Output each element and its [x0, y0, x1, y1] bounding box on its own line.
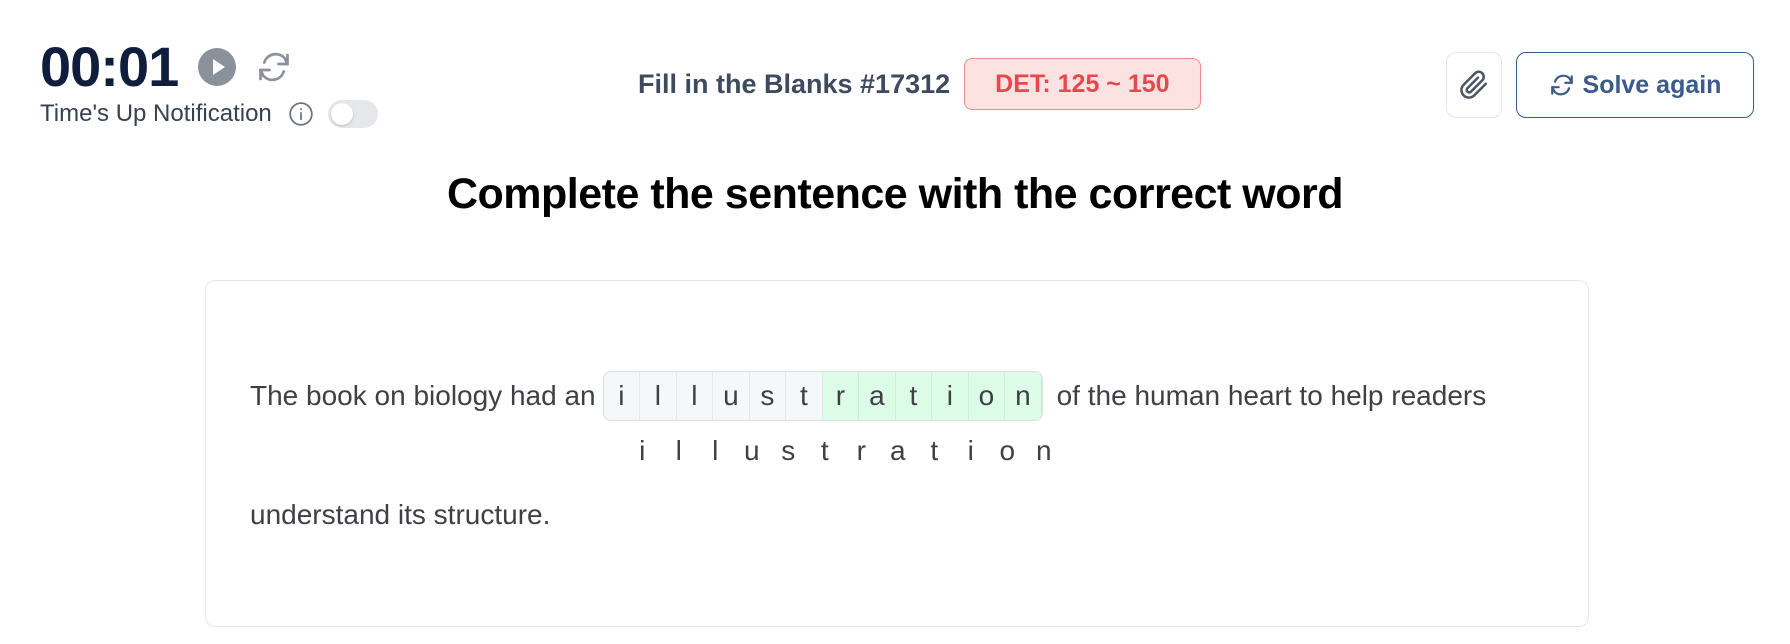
det-score-badge: DET: 125 ~ 150: [964, 58, 1201, 110]
solve-again-button[interactable]: Solve again: [1516, 52, 1754, 118]
quiz-page: 00:01 Time's Up Notification Fill in the…: [0, 0, 1790, 644]
timer-row: 00:01: [40, 36, 378, 98]
answer-letter: i: [639, 435, 646, 466]
answer-letter: o: [999, 435, 1016, 466]
play-icon[interactable]: [198, 48, 237, 86]
answer-letter: t: [930, 435, 939, 466]
answer-letter: l: [712, 435, 719, 466]
paperclip-icon: [1460, 70, 1487, 99]
blank-letter-cell[interactable]: l: [676, 372, 714, 420]
question-card: The book on biology had an illustration …: [205, 280, 1589, 627]
sentence: The book on biology had an illustration …: [250, 371, 1550, 531]
answer-letter: i: [967, 435, 974, 466]
answer-letter: u: [743, 435, 760, 466]
quiz-title: Fill in the Blanks #17312: [638, 68, 951, 99]
blank-letter-cell[interactable]: t: [786, 372, 823, 420]
blank-letter-cell[interactable]: n: [1005, 372, 1042, 420]
blank-letter-cell[interactable]: i: [932, 372, 969, 420]
blank-letter-cell[interactable]: r: [822, 372, 860, 420]
info-icon[interactable]: [288, 101, 314, 127]
blank-letter-cell[interactable]: l: [640, 372, 677, 420]
notification-row: Time's Up Notification: [40, 100, 378, 128]
word-blank[interactable]: illustration: [602, 371, 1043, 421]
timer-display: 00:01: [40, 35, 179, 98]
blank-letter-cell[interactable]: s: [749, 372, 787, 420]
answer-letter: l: [675, 435, 682, 466]
blank-letter-cell[interactable]: u: [713, 372, 750, 420]
attach-button[interactable]: [1446, 52, 1502, 118]
solve-again-label: Solve again: [1582, 70, 1722, 99]
answer-letter: s: [781, 435, 796, 466]
answer-reveal: illustration: [624, 431, 1550, 471]
answer-letter: a: [889, 435, 906, 466]
sentence-before: The book on biology had an: [250, 380, 596, 411]
blank-letter-cell[interactable]: i: [603, 372, 641, 420]
answer-letter: r: [856, 435, 866, 466]
timer-panel: 00:01 Time's Up Notification: [40, 36, 378, 128]
question-prompt: Complete the sentence with the correct w…: [446, 170, 1344, 218]
answer-letter: t: [820, 435, 829, 466]
notification-toggle[interactable]: [327, 100, 378, 128]
blank-letter-cell[interactable]: a: [859, 372, 896, 420]
blank-letter-cell[interactable]: o: [968, 372, 1006, 420]
sentence-after: of the human heart to help readers: [1056, 380, 1487, 411]
refresh-icon: [1550, 74, 1573, 96]
notification-label: Time's Up Notification: [40, 100, 272, 127]
sentence-line-2: understand its structure.: [250, 499, 551, 530]
refresh-icon[interactable]: [254, 47, 294, 87]
sentence-line-1: The book on biology had an illustration …: [250, 371, 1550, 421]
blank-letter-cell[interactable]: t: [895, 372, 933, 420]
quiz-header: Fill in the Blanks #17312 DET: 125 ~ 150: [638, 58, 1201, 110]
answer-letter: n: [1035, 435, 1052, 466]
